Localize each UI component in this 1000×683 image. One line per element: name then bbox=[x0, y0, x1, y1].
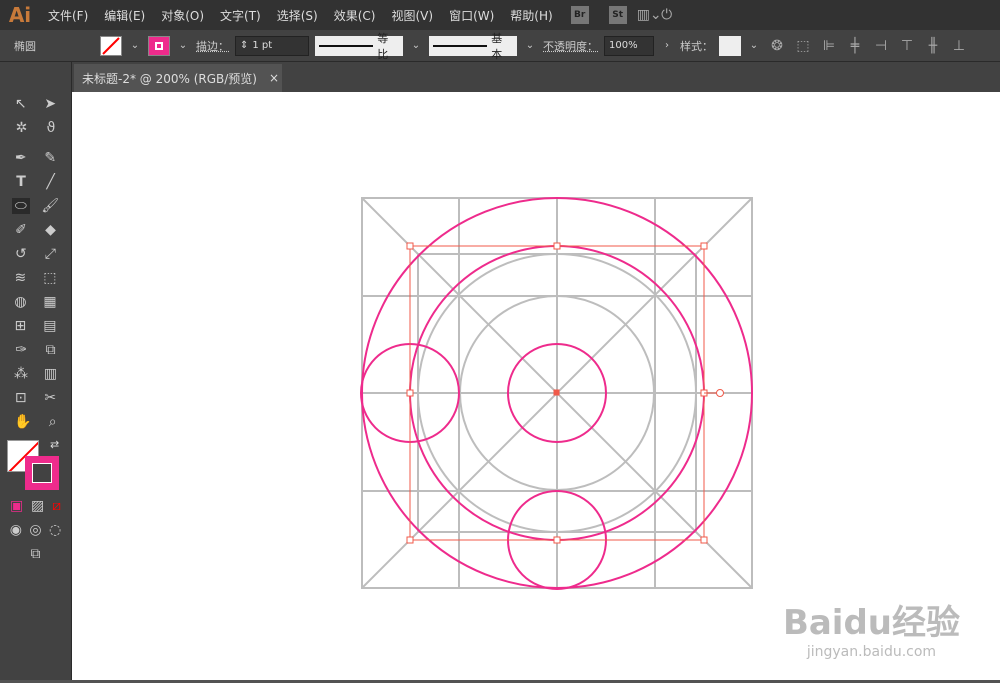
rotate-tool-icon[interactable]: ↺ bbox=[15, 246, 27, 262]
stock-button[interactable]: St bbox=[608, 6, 627, 24]
pen-tool-icon[interactable]: ✒ bbox=[15, 150, 27, 166]
chevron-down-icon[interactable]: ⌄ bbox=[523, 40, 537, 51]
paintbrush-tool-icon[interactable]: 🖌 bbox=[41, 198, 59, 214]
transform-icon[interactable]: ⬚ bbox=[793, 38, 813, 54]
align-right-icon[interactable]: ⊣ bbox=[871, 38, 891, 54]
control-bar: 椭圆 ⌄ ⌄ 描边： ⇕ 1 pt 等比 ⌄ 基本 ⌄ 不透明度： 100% › … bbox=[0, 30, 1000, 62]
draw-inside-icon[interactable]: ◌ bbox=[49, 522, 61, 538]
style-label: 样式： bbox=[680, 39, 713, 53]
profile-label: 等比 bbox=[377, 31, 389, 61]
workspace-layout-icon[interactable]: ▥⌄ bbox=[637, 7, 662, 23]
width-tool-icon[interactable]: ≋ bbox=[15, 270, 27, 286]
align-left-icon[interactable]: ⊫ bbox=[819, 38, 839, 54]
draw-normal-icon[interactable]: ◉ bbox=[10, 522, 22, 538]
document-tab[interactable]: 未标题-2* @ 200% (RGB/预览) × bbox=[74, 64, 282, 92]
menu-help[interactable]: 帮助(H) bbox=[502, 7, 560, 24]
menu-bar: Ai 文件(F) 编辑(E) 对象(O) 文字(T) 选择(S) 效果(C) 视… bbox=[0, 0, 1000, 30]
artboard-tool-icon[interactable]: ⊡ bbox=[15, 390, 27, 406]
brush-label: 基本 bbox=[491, 31, 503, 61]
opacity-label[interactable]: 不透明度： bbox=[543, 38, 598, 54]
swap-colors-icon[interactable]: ⇄ bbox=[50, 438, 59, 451]
column-graph-tool-icon[interactable]: ▥ bbox=[44, 366, 57, 382]
symbol-sprayer-tool-icon[interactable]: ⁂ bbox=[14, 366, 28, 382]
align-top-icon[interactable]: ⊤ bbox=[897, 38, 917, 54]
curvature-tool-icon[interactable]: ✎ bbox=[44, 150, 56, 166]
mesh-tool-icon[interactable]: ⊞ bbox=[15, 318, 27, 334]
gpu-performance-icon[interactable]: ⏻ bbox=[657, 7, 677, 23]
chevron-down-icon[interactable]: ⌄ bbox=[747, 40, 761, 51]
menu-edit[interactable]: 编辑(E) bbox=[96, 7, 153, 24]
color-mode-icon[interactable]: ▣ bbox=[10, 498, 23, 514]
menu-effect[interactable]: 效果(C) bbox=[326, 7, 384, 24]
shape-builder-tool-icon[interactable]: ◍ bbox=[14, 294, 26, 310]
chevron-down-icon[interactable]: ⌄ bbox=[128, 40, 142, 51]
zoom-tool-icon[interactable]: ⌕ bbox=[49, 414, 57, 430]
menu-object[interactable]: 对象(O) bbox=[153, 7, 212, 24]
stroke-label[interactable]: 描边： bbox=[196, 38, 229, 54]
line-tool-icon[interactable]: ╱ bbox=[46, 174, 54, 190]
magic-wand-tool-icon[interactable]: ✲ bbox=[16, 120, 28, 136]
none-mode-icon[interactable]: ⧄ bbox=[52, 498, 61, 514]
watermark-brand: Baidu经验 bbox=[782, 603, 960, 643]
hand-tool-icon[interactable]: ✋ bbox=[14, 414, 31, 430]
align-middle-icon[interactable]: ╫ bbox=[923, 38, 943, 54]
watermark-url: jingyan.baidu.com bbox=[806, 644, 937, 660]
scale-tool-icon[interactable]: ⤢ bbox=[45, 246, 56, 262]
stroke-color-swatch[interactable] bbox=[25, 456, 59, 490]
close-tab-icon[interactable]: × bbox=[269, 71, 279, 85]
ellipse-tool-icon[interactable]: ⬭ bbox=[11, 198, 30, 214]
tools-panel: ↖ ➤ ✲ ϑ ✒ ✎ T ╱ ⬭ 🖌 ✐ ◆ ↺ ⤢ ≋ ⬚ ◍ ▦ ⊞ ▤ ✑ ⧉ ⁂ ▥ ⊡ ✂ ✋… bbox=[0, 62, 72, 680]
watermark: Baidu经验 jingyan.baidu.com bbox=[783, 595, 960, 660]
document-tab-bar: 未标题-2* @ 200% (RGB/预览) × bbox=[72, 62, 1000, 92]
eraser-tool-icon[interactable]: ◆ bbox=[45, 222, 56, 238]
lasso-tool-icon[interactable]: ϑ bbox=[47, 120, 56, 136]
draw-behind-icon[interactable]: ◎ bbox=[29, 522, 41, 538]
gradient-tool-icon[interactable]: ▤ bbox=[43, 318, 56, 334]
shaper-tool-icon[interactable]: ✐ bbox=[15, 222, 27, 238]
eyedropper-tool-icon[interactable]: ✑ bbox=[15, 342, 27, 358]
stroke-weight-input[interactable]: ⇕ 1 pt bbox=[235, 35, 309, 56]
selected-object-label: 椭圆 bbox=[14, 39, 36, 53]
document-tab-title: 未标题-2* @ 200% (RGB/预览) bbox=[82, 71, 257, 86]
variable-width-profile[interactable]: 等比 bbox=[315, 32, 403, 61]
chevron-right-icon[interactable]: › bbox=[660, 40, 674, 51]
slice-tool-icon[interactable]: ✂ bbox=[44, 390, 56, 406]
stroke-weight-value: 1 pt bbox=[252, 40, 273, 51]
menu-file[interactable]: 文件(F) bbox=[40, 7, 96, 24]
bridge-button[interactable]: Br bbox=[570, 6, 589, 24]
align-center-icon[interactable]: ╪ bbox=[845, 38, 865, 54]
artwork bbox=[360, 197, 753, 590]
fill-swatch[interactable] bbox=[100, 35, 122, 56]
recolor-artwork-icon[interactable]: ❂ bbox=[767, 38, 787, 54]
chevron-down-icon[interactable]: ⌄ bbox=[409, 40, 423, 51]
selection-tool-icon[interactable]: ↖ bbox=[15, 96, 27, 112]
menu-window[interactable]: 窗口(W) bbox=[441, 7, 502, 24]
type-tool-icon[interactable]: T bbox=[16, 174, 26, 190]
blend-tool-icon[interactable]: ⧉ bbox=[46, 342, 56, 358]
artboard-canvas[interactable]: Baidu经验 jingyan.baidu.com bbox=[72, 92, 1000, 680]
align-bottom-icon[interactable]: ⊥ bbox=[949, 38, 969, 54]
app-logo: Ai bbox=[8, 3, 32, 27]
perspective-grid-tool-icon[interactable]: ▦ bbox=[43, 294, 56, 310]
menu-type[interactable]: 文字(T) bbox=[212, 7, 269, 24]
chevron-down-icon[interactable]: ⌄ bbox=[176, 40, 190, 51]
brush-definition[interactable]: 基本 bbox=[429, 32, 517, 61]
screen-mode-icon[interactable]: ⧉ bbox=[31, 546, 41, 562]
gradient-mode-icon[interactable]: ▨ bbox=[31, 498, 44, 514]
direct-selection-tool-icon[interactable]: ➤ bbox=[44, 96, 56, 112]
menu-view[interactable]: 视图(V) bbox=[383, 7, 441, 24]
menu-select[interactable]: 选择(S) bbox=[269, 7, 326, 24]
graphic-style-swatch[interactable] bbox=[719, 35, 741, 56]
free-transform-tool-icon[interactable]: ⬚ bbox=[43, 270, 56, 286]
opacity-input[interactable]: 100% bbox=[604, 35, 654, 56]
stroke-swatch[interactable] bbox=[148, 35, 170, 56]
